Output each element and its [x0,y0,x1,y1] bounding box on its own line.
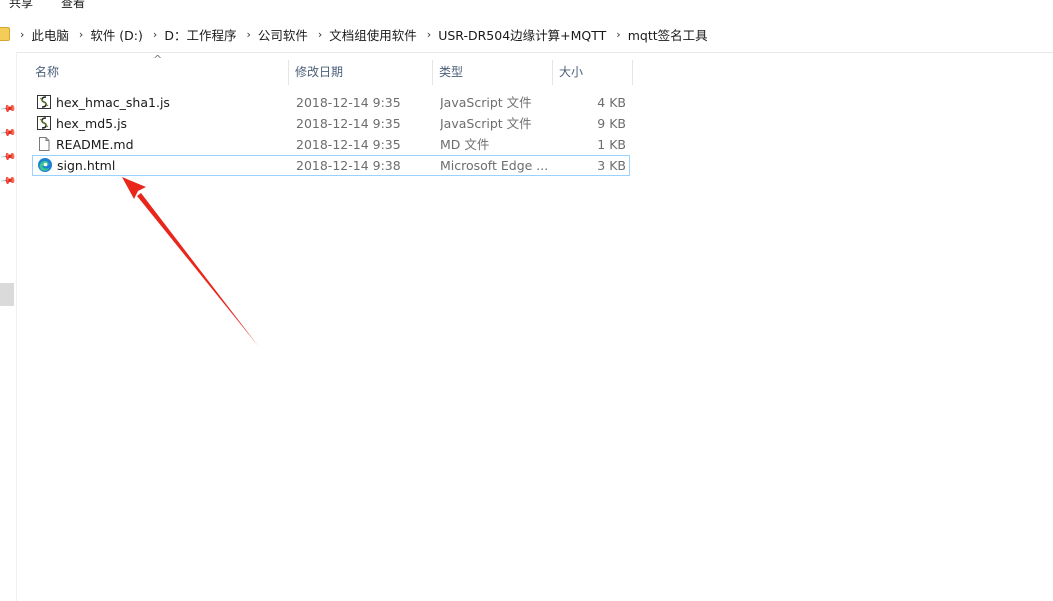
annotation-arrow-shaft [137,193,259,347]
annotation-arrow [122,177,259,347]
